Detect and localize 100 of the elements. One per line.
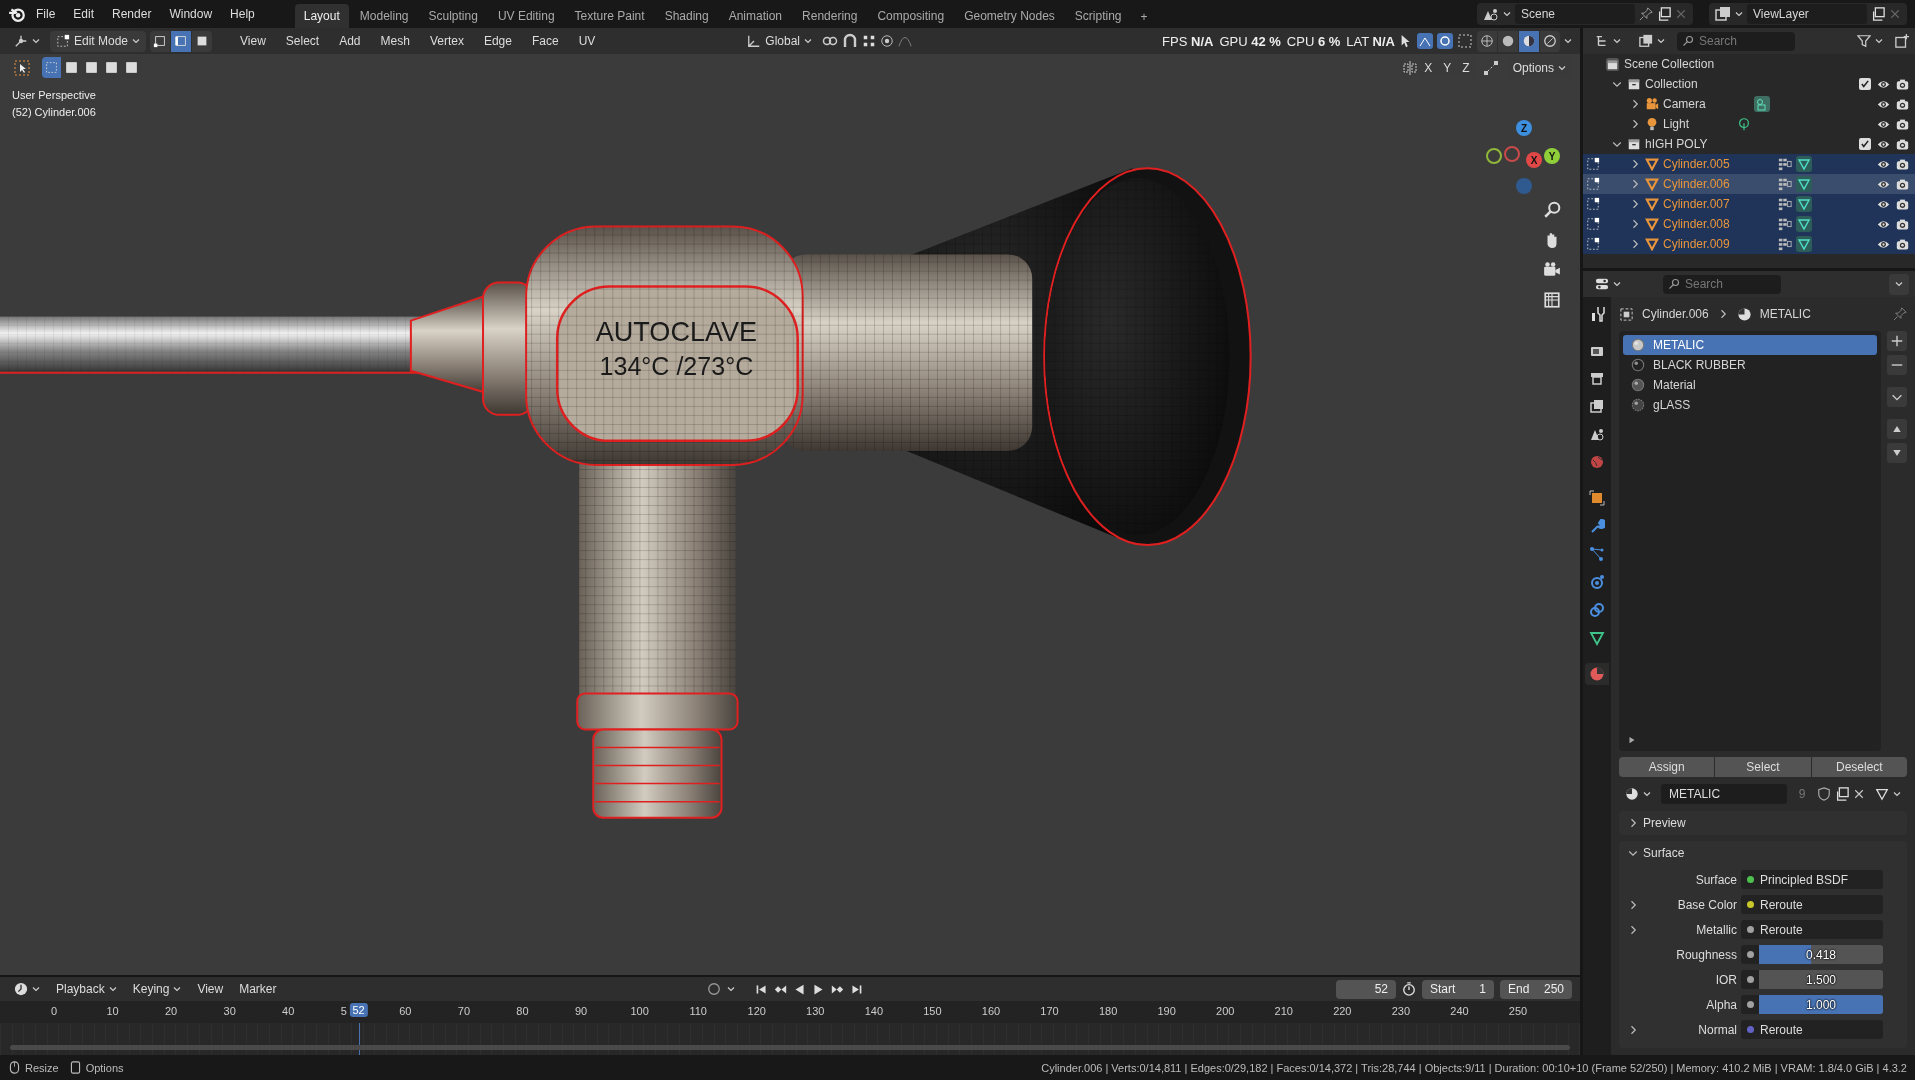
shield-icon[interactable] <box>1817 787 1831 801</box>
magnet-icon[interactable] <box>842 33 858 49</box>
camera-icon[interactable] <box>1896 137 1909 151</box>
axis-ball[interactable] <box>1504 146 1520 162</box>
mesh-data-icon[interactable] <box>1795 216 1812 232</box>
object-name[interactable]: Light <box>1663 117 1690 131</box>
start-frame-field[interactable]: Start 1 <box>1422 979 1494 999</box>
camera-icon[interactable] <box>1896 217 1909 231</box>
menu-item[interactable]: Select <box>277 31 328 51</box>
camera-icon[interactable] <box>1896 117 1909 131</box>
stopwatch-icon[interactable] <box>1402 982 1416 996</box>
workspace-tab[interactable]: UV Editing <box>488 4 564 28</box>
gizmo-icon[interactable] <box>1417 33 1433 49</box>
menu-item[interactable]: Add <box>331 31 369 51</box>
search-field[interactable]: Search <box>1663 274 1781 294</box>
current-frame-field[interactable]: 52 <box>1336 979 1396 999</box>
material-slot[interactable]: Material <box>1623 375 1877 395</box>
mesh-data-icon[interactable] <box>1795 196 1812 212</box>
menu-item[interactable]: Marker <box>233 978 283 1000</box>
workspace-tab[interactable]: Modeling <box>350 4 418 28</box>
axis-ball[interactable] <box>1486 148 1502 164</box>
modifier-grid-icon[interactable] <box>1777 217 1792 231</box>
edit-mode-icon[interactable] <box>1586 157 1600 171</box>
outliner-row[interactable]: Cylinder.007 <box>1583 194 1915 214</box>
grid-icon[interactable] <box>1543 291 1561 309</box>
workspace-tab[interactable]: Compositing <box>868 4 954 28</box>
socket-link-field[interactable]: Principled BSDF <box>1741 870 1883 889</box>
workspace-tab[interactable]: Animation <box>719 4 792 28</box>
shading-mode-button[interactable] <box>1519 30 1539 52</box>
select-mode-button[interactable] <box>171 30 192 52</box>
socket-link-field[interactable]: Reroute <box>1741 1020 1883 1039</box>
edit-mode-icon[interactable] <box>1586 177 1600 191</box>
material-name-field[interactable]: METALIC <box>1661 784 1787 804</box>
menu-item[interactable]: Help <box>222 4 263 24</box>
workspace-tab[interactable]: Texture Paint <box>565 4 654 28</box>
menu-item[interactable]: Window <box>161 4 221 24</box>
end-frame-field[interactable]: End 250 <box>1500 979 1572 999</box>
modifier-grid-icon[interactable] <box>1777 237 1792 251</box>
exclude-checkbox[interactable] <box>1859 138 1871 150</box>
material-slot[interactable]: BLACK RUBBER <box>1623 355 1877 375</box>
menu-item[interactable]: Face <box>523 31 567 51</box>
exclude-checkbox[interactable] <box>1859 78 1871 90</box>
camera-icon[interactable] <box>1896 197 1909 211</box>
mesh-data-icon[interactable] <box>1795 236 1812 252</box>
duplicate-icon[interactable] <box>1657 7 1671 21</box>
panel-title[interactable]: Surface <box>1643 846 1685 860</box>
edit-mode-icon[interactable] <box>1586 237 1600 251</box>
socket-link-field[interactable]: Reroute <box>1741 920 1883 939</box>
shading-mode-button[interactable] <box>1540 30 1560 52</box>
proportional-icon[interactable] <box>880 34 894 48</box>
camera-icon[interactable] <box>1896 77 1909 91</box>
workspace-tab[interactable]: Scripting <box>1065 4 1131 28</box>
object-name[interactable]: Cylinder.009 <box>1663 237 1730 251</box>
camera-icon[interactable] <box>1896 177 1909 191</box>
plus-icon[interactable] <box>1890 334 1904 348</box>
auto-merge-icon[interactable] <box>1482 59 1499 76</box>
shading-mode-button[interactable] <box>1477 30 1497 52</box>
light-data-icon[interactable] <box>1737 117 1752 131</box>
image-stack-icon[interactable] <box>1715 6 1731 22</box>
camera-icon[interactable] <box>1543 261 1561 279</box>
slot-action-button[interactable]: Deselect <box>1811 757 1907 777</box>
object-name[interactable]: Cylinder.006 <box>1663 177 1730 191</box>
outliner-row[interactable]: Cylinder.009 <box>1583 234 1915 254</box>
mode-dropdown[interactable]: Edit Mode <box>50 30 147 52</box>
workspace-tab[interactable]: Rendering <box>793 4 867 28</box>
menu-item[interactable]: Edit <box>65 4 103 24</box>
modifier-grid-icon[interactable] <box>1777 177 1792 191</box>
camera-data-icon[interactable] <box>1753 96 1770 112</box>
xray-icon[interactable] <box>1457 33 1473 49</box>
shading-mode-button[interactable] <box>1498 30 1518 52</box>
select-mode-button[interactable] <box>150 30 171 52</box>
play-icon[interactable] <box>811 982 825 996</box>
menu-item[interactable]: Vertex <box>421 31 472 51</box>
scene-field[interactable]: Scene <box>1515 4 1635 24</box>
play-reverse-icon[interactable] <box>792 982 806 996</box>
material-slot[interactable]: METALIC <box>1623 335 1877 355</box>
search-field[interactable]: Search <box>1677 31 1795 51</box>
object-name[interactable]: Cylinder.008 <box>1663 217 1730 231</box>
mirror-icon[interactable] <box>1402 59 1419 76</box>
menu-item[interactable]: Mesh <box>372 31 418 51</box>
edit-mode-icon[interactable] <box>1586 197 1600 211</box>
edit-mode-icon[interactable] <box>1586 217 1600 231</box>
material-slot[interactable]: gLASS <box>1623 395 1877 415</box>
jump-start-icon[interactable] <box>754 982 768 996</box>
record-icon[interactable] <box>706 982 721 996</box>
modifier-grid-icon[interactable] <box>1777 157 1792 171</box>
orientation-dropdown[interactable]: Global <box>741 30 818 52</box>
socket-link-field[interactable]: Reroute <box>1741 895 1883 914</box>
duplicate-icon[interactable] <box>1871 7 1885 21</box>
y-axis-ball[interactable]: Y <box>1544 148 1560 164</box>
view-layer-field[interactable]: ViewLayer <box>1747 4 1867 24</box>
menu-item[interactable]: View <box>191 978 230 1000</box>
select-mode-button[interactable] <box>192 30 213 52</box>
playhead-frame[interactable]: 52 <box>349 1003 368 1017</box>
object-name[interactable]: Cylinder.007 <box>1663 197 1730 211</box>
add-workspace-button[interactable]: + <box>1132 6 1156 28</box>
menu-item[interactable]: UV <box>570 31 604 51</box>
outliner-row[interactable]: Cylinder.008 <box>1583 214 1915 234</box>
z-axis-ball[interactable]: Z <box>1516 120 1532 136</box>
mesh-data-icon[interactable] <box>1795 156 1812 172</box>
